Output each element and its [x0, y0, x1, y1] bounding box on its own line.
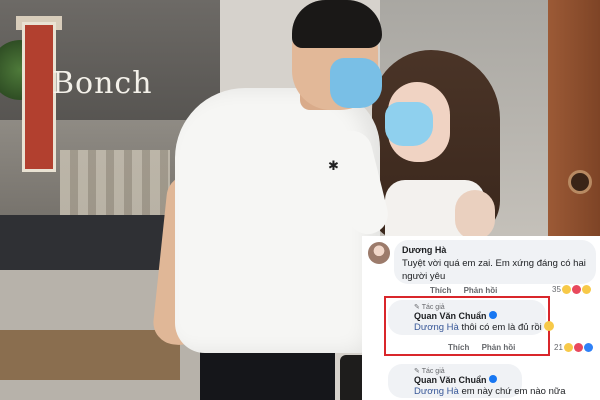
comment-author[interactable]: Quan Văn Chuẩn — [414, 375, 497, 385]
comment-text: Dương Hà em này chứ em nào nữa — [414, 386, 566, 397]
avatar[interactable] — [368, 242, 390, 264]
shop-sign: Bonch — [52, 66, 153, 101]
woman-mask — [385, 102, 433, 146]
reaction-count: 35 — [552, 285, 561, 294]
bench — [0, 330, 180, 380]
like-link[interactable]: Thích — [448, 343, 469, 352]
sad-icon — [581, 285, 591, 294]
comment-panel: Dương Hà Tuyệt vời quá em zai. Em xứng đ… — [362, 236, 600, 400]
mention-link[interactable]: Dương Hà — [414, 386, 459, 397]
reply-link[interactable]: Phản hồi — [482, 343, 516, 352]
author-badge: ✎ Tác giả — [414, 368, 445, 375]
shirt-logo-icon: ✱ — [328, 158, 339, 173]
red-banner — [22, 22, 56, 172]
smile-emoji-icon — [543, 321, 554, 331]
love-icon — [573, 343, 583, 352]
comment-author[interactable]: Dương Hà — [402, 245, 446, 255]
haha-icon — [563, 343, 573, 352]
verified-icon — [488, 375, 497, 383]
door-knob — [568, 170, 592, 194]
comment-bubble: Dương Hà Tuyệt vời quá em zai. Em xứng đ… — [394, 240, 596, 284]
reaction-summary[interactable]: 35 — [552, 285, 591, 294]
like-link[interactable]: Thích — [430, 286, 451, 295]
mention-link[interactable]: Dương Hà — [414, 322, 459, 333]
comment-bubble: ✎ Tác giả Quan Văn Chuẩn Dương Hà em này… — [388, 364, 566, 398]
reply-link[interactable]: Phản hồi — [464, 286, 498, 295]
comment-actions: Thích Phản hồi — [448, 343, 525, 352]
like-icon — [583, 343, 593, 352]
comment-author[interactable]: Quan Văn Chuẩn — [414, 311, 497, 321]
love-icon — [571, 285, 581, 294]
author-badge: ✎ Tác giả — [414, 304, 445, 311]
comment-bubble: ✎ Tác giả Quan Văn Chuẩn Dương Hà thôi c… — [388, 300, 554, 335]
haha-icon — [561, 285, 571, 294]
reaction-summary[interactable]: 21 — [554, 343, 593, 352]
comment-text: Tuyệt vời quá em zai. Em xứng đáng có ha… — [402, 258, 586, 282]
verified-icon — [488, 311, 497, 319]
shop-counter — [0, 215, 180, 275]
comment-actions: Thích Phản hồi — [430, 286, 507, 295]
man-mask — [330, 58, 382, 108]
woman-shoulder — [455, 190, 495, 240]
reaction-count: 21 — [554, 343, 563, 352]
comment-text: Dương Hà thôi có em là đủ rồi — [414, 321, 554, 334]
man-hair — [292, 0, 382, 48]
